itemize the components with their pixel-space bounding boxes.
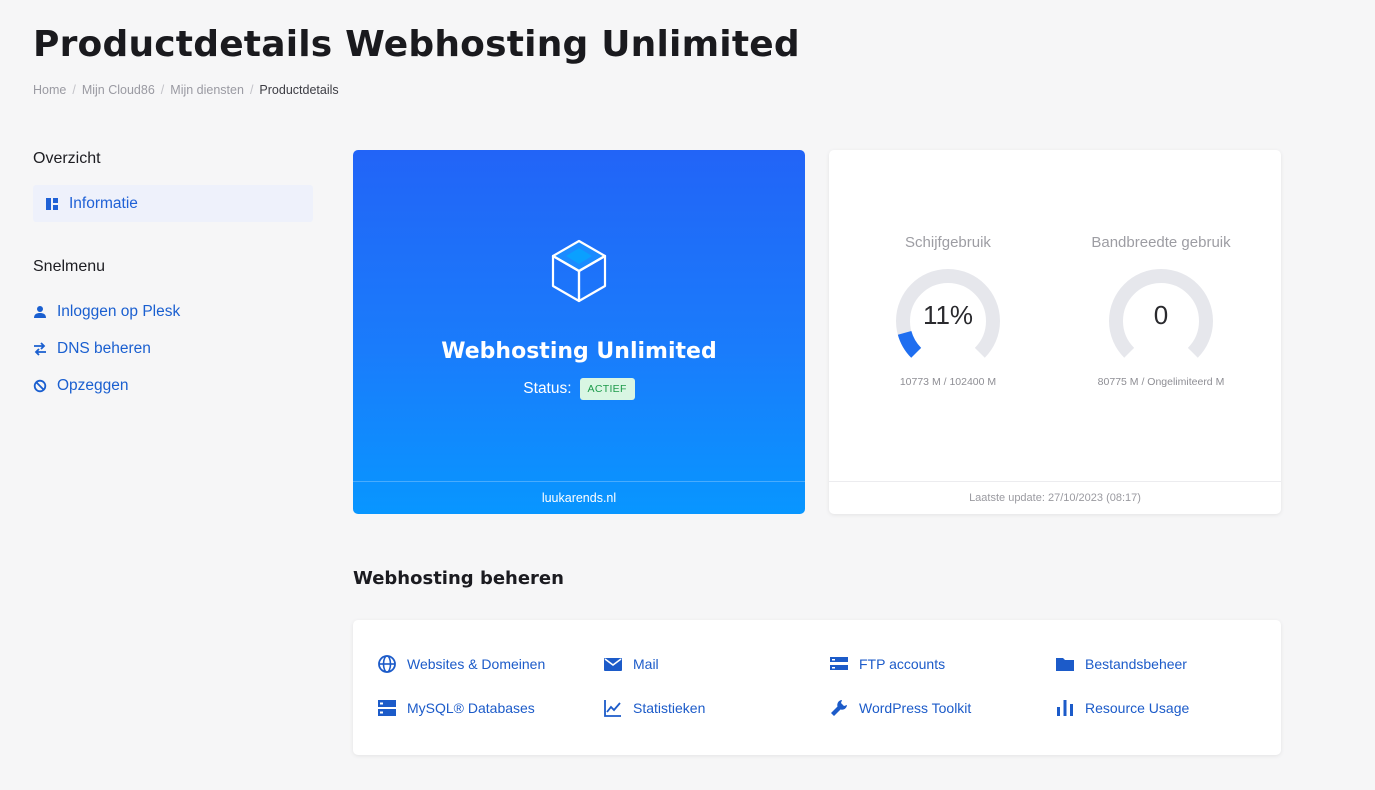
sidebar-heading-overview: Overzicht xyxy=(33,150,101,167)
status-label: Status: xyxy=(523,380,572,397)
last-update: Laatste update: 27/10/2023 (08:17) xyxy=(829,481,1281,514)
usage-card: Schijfgebruik 11% 10773 M / 102400 M Ban… xyxy=(829,150,1281,514)
sidebar-link-cancel[interactable]: Opzeggen xyxy=(33,367,313,404)
disk-usage-gauge: Schijfgebruik 11% 10773 M / 102400 M xyxy=(848,234,1048,388)
folder-icon xyxy=(1056,658,1074,671)
manage-item-label: Bestandsbeheer xyxy=(1085,656,1187,672)
manage-websites-domains[interactable]: Websites & Domeinen xyxy=(377,652,545,676)
sidebar: Overzicht Informatie Snelmenu Inloggen o… xyxy=(33,150,313,404)
manage-item-label: WordPress Toolkit xyxy=(859,700,972,716)
sidebar-link-label: DNS beheren xyxy=(57,339,151,357)
sidebar-heading-snelmenu: Snelmenu xyxy=(33,258,106,275)
breadcrumb-cloud86[interactable]: Mijn Cloud86 xyxy=(82,83,155,97)
manage-item-label: Websites & Domeinen xyxy=(407,656,546,672)
ftp-server-icon xyxy=(830,657,848,670)
sidebar-link-dns[interactable]: DNS beheren xyxy=(33,330,313,367)
manage-wordpress-toolkit[interactable]: WordPress Toolkit xyxy=(829,696,971,720)
manage-card: Websites & Domeinen Mail FTP accounts Be… xyxy=(353,620,1281,755)
breadcrumb-services[interactable]: Mijn diensten xyxy=(170,83,244,97)
bar-chart-icon xyxy=(1057,700,1073,716)
wrench-icon xyxy=(831,700,847,716)
gauge-detail: 80775 M / Ongelimiteerd M xyxy=(1097,376,1225,388)
product-name: Webhosting Unlimited xyxy=(441,339,717,364)
manage-item-label: Statistieken xyxy=(633,700,706,716)
sidebar-link-plesk-login[interactable]: Inloggen op Plesk xyxy=(33,293,313,330)
gauge-title: Schijfgebruik xyxy=(905,234,991,251)
swap-arrows-icon xyxy=(34,341,46,356)
user-icon xyxy=(34,305,46,318)
breadcrumb-separator: / xyxy=(160,83,165,97)
cube-icon xyxy=(551,239,607,303)
status-row: Status: ACTIEF xyxy=(353,378,805,400)
manage-item-label: Resource Usage xyxy=(1085,700,1190,716)
gauge-detail: 10773 M / 102400 M xyxy=(899,376,997,388)
globe-icon xyxy=(378,655,396,673)
gauge-fill xyxy=(897,330,922,358)
sidebar-link-label: Inloggen op Plesk xyxy=(57,302,181,320)
block-icon xyxy=(33,379,47,392)
page-title: Productdetails Webhosting Unlimited xyxy=(33,24,800,65)
dashboard-icon xyxy=(46,197,58,210)
manage-file-manager[interactable]: Bestandsbeheer xyxy=(1055,652,1187,676)
manage-item-label: FTP accounts xyxy=(859,656,946,672)
manage-mail[interactable]: Mail xyxy=(603,652,659,676)
sidebar-item-informatie[interactable]: Informatie xyxy=(33,185,313,222)
sidebar-item-label: Informatie xyxy=(69,194,138,212)
mail-icon xyxy=(604,658,622,671)
manage-statistics[interactable]: Statistieken xyxy=(603,696,705,720)
gauge-value: 11% xyxy=(922,300,974,330)
manage-section-title: Webhosting beheren xyxy=(353,568,564,589)
manage-item-label: Mail xyxy=(633,656,659,672)
breadcrumb: Home / Mijn Cloud86 / Mijn diensten / Pr… xyxy=(33,83,339,97)
sidebar-link-label: Opzeggen xyxy=(57,376,129,394)
manage-ftp-accounts[interactable]: FTP accounts xyxy=(829,652,945,676)
manage-item-label: MySQL® Databases xyxy=(407,700,535,716)
manage-mysql-databases[interactable]: MySQL® Databases xyxy=(377,696,535,720)
bandwidth-usage-gauge: Bandbreedte gebruik 0 80775 M / Ongelimi… xyxy=(1061,234,1261,388)
breadcrumb-current: Productdetails xyxy=(259,83,339,97)
gauge-title: Bandbreedte gebruik xyxy=(1091,234,1231,251)
breadcrumb-separator: / xyxy=(249,83,254,97)
product-domain[interactable]: luukarends.nl xyxy=(353,481,805,514)
breadcrumb-home[interactable]: Home xyxy=(33,83,66,97)
status-badge: ACTIEF xyxy=(579,378,635,400)
database-icon xyxy=(378,700,396,716)
breadcrumb-separator: / xyxy=(72,83,76,97)
product-card: Webhosting Unlimited Status: ACTIEF luuk… xyxy=(353,150,805,514)
gauge-value: 0 xyxy=(1153,300,1169,330)
manage-resource-usage[interactable]: Resource Usage xyxy=(1055,696,1189,720)
line-chart-icon xyxy=(604,700,621,717)
